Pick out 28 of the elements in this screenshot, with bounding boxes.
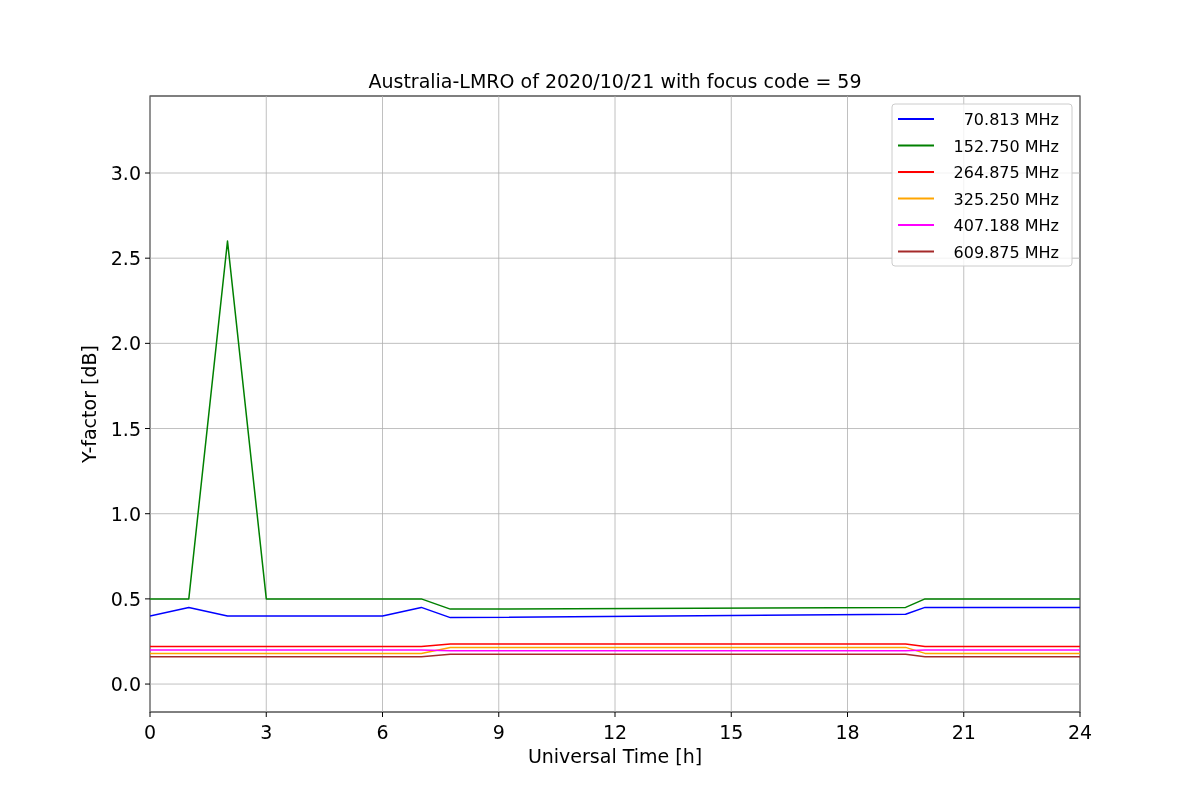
chart-title: Australia-LMRO of 2020/10/21 with focus code = 59 xyxy=(368,70,862,92)
y-tick-label: 2.5 xyxy=(110,247,141,270)
x-tick-label: 21 xyxy=(951,721,976,743)
legend-label: 407.188 MHz xyxy=(953,216,1059,235)
y-tick-label: 1.5 xyxy=(110,417,141,440)
x-tick-label: 9 xyxy=(492,721,505,743)
legend-label: 264.875 MHz xyxy=(953,163,1059,182)
y-tick-label: 2.0 xyxy=(110,332,141,355)
y-tick-label: 0.0 xyxy=(110,673,141,696)
x-tick-label: 18 xyxy=(835,721,860,743)
x-tick-label: 0 xyxy=(143,721,157,743)
x-axis-label: Universal Time [h] xyxy=(527,745,703,767)
legend-label: 70.813 MHz xyxy=(963,110,1059,129)
x-tick-label: 6 xyxy=(376,721,389,743)
legend-swatch xyxy=(897,144,935,147)
x-tick-label: 12 xyxy=(602,721,628,743)
legend-label: 325.250 MHz xyxy=(953,189,1059,209)
y-tick-label: 1.0 xyxy=(110,502,141,525)
legend-swatch xyxy=(897,197,935,200)
x-tick-label: 3 xyxy=(260,721,273,743)
y-tick-label: 0.5 xyxy=(110,587,141,610)
y-axis-label: Y-factor [dB] xyxy=(78,345,100,463)
y-tick-label: 3.0 xyxy=(110,162,141,184)
x-tick-label: 24 xyxy=(1067,721,1093,743)
legend-label: 152.750 MHz xyxy=(953,136,1059,156)
legend-swatch xyxy=(897,250,935,253)
x-tick-label: 15 xyxy=(719,721,744,743)
legend-label: 609.875 MHz xyxy=(953,242,1059,262)
